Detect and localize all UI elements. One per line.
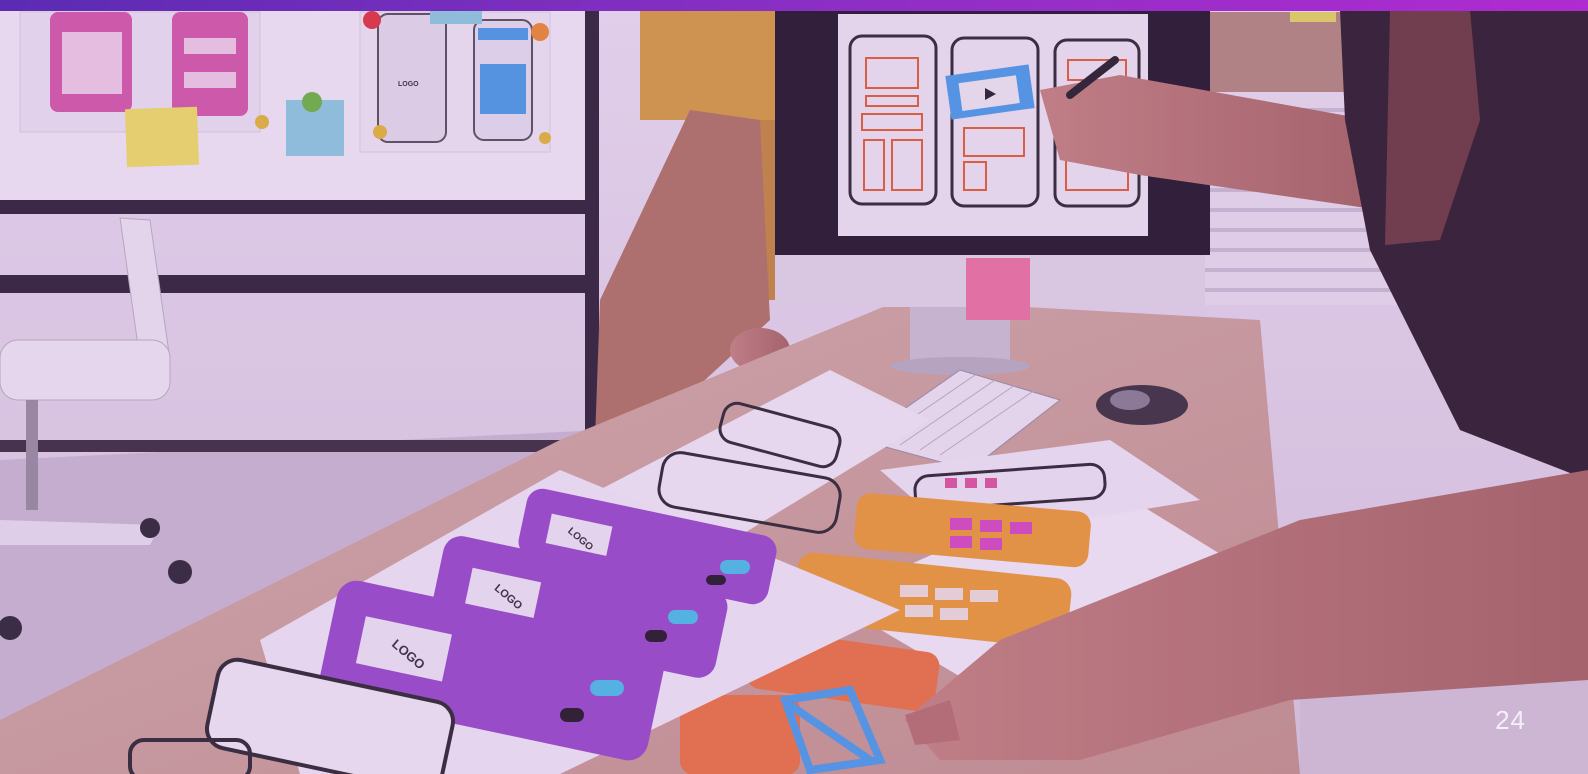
- ux-design-workspace-photo: LOGO LOGO LOGO LOGO: [0, 0, 1588, 774]
- page-number: 24: [1495, 705, 1526, 735]
- slide: LOGO LOGO LOGO LOGO 24: [0, 0, 1588, 774]
- svg-text:LOGO: LOGO: [398, 81, 419, 88]
- accent-bar: [0, 0, 1588, 11]
